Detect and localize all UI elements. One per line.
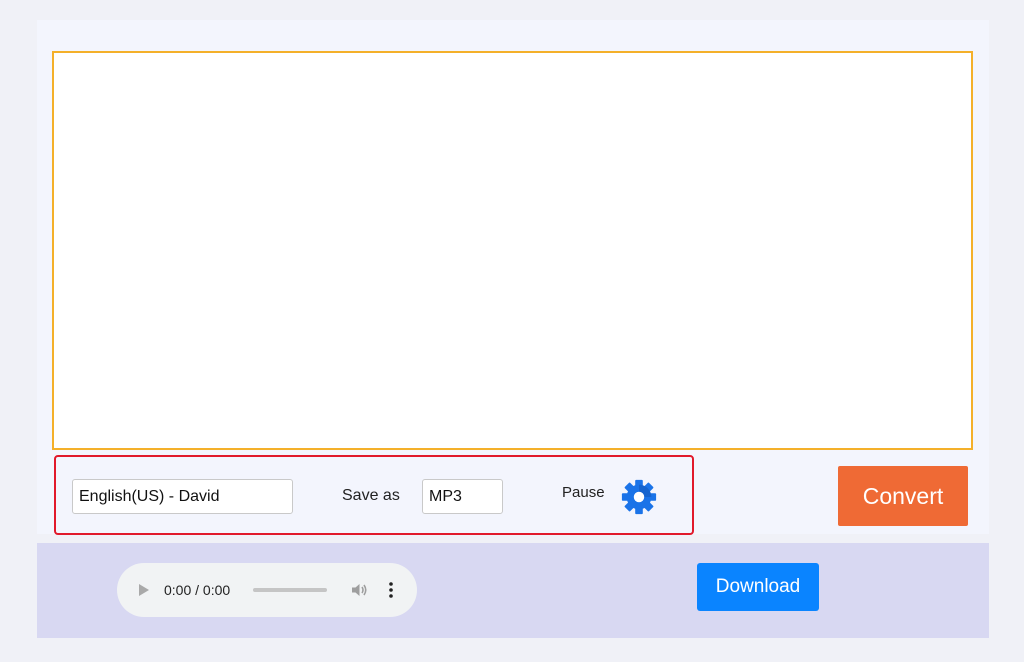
- save-as-label: Save as: [342, 487, 400, 504]
- pause-button[interactable]: Pause: [562, 484, 605, 501]
- play-icon[interactable]: [139, 584, 149, 596]
- audio-player: 0:00 / 0:00: [117, 563, 417, 617]
- options-bar: Save as Pause: [54, 455, 694, 535]
- voice-select[interactable]: [72, 479, 293, 514]
- audio-progress-slider[interactable]: [253, 588, 327, 592]
- gear-icon[interactable]: [620, 478, 658, 516]
- converter-panel: Save as Pause Convert: [37, 20, 989, 535]
- format-select[interactable]: [422, 479, 503, 514]
- convert-button[interactable]: Convert: [838, 466, 968, 526]
- download-button[interactable]: Download: [697, 563, 819, 611]
- time-display: 0:00 / 0:00: [164, 582, 231, 598]
- text-input-area[interactable]: [52, 51, 973, 450]
- output-panel: 0:00 / 0:00 Download: [37, 543, 989, 638]
- page: Save as Pause Convert: [0, 0, 1024, 662]
- more-options-icon[interactable]: [385, 581, 397, 599]
- volume-icon[interactable]: [349, 580, 369, 600]
